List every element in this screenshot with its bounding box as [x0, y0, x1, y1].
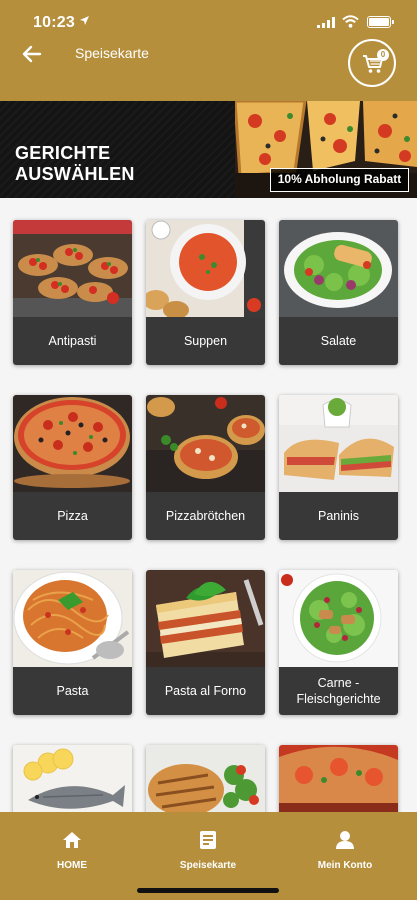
banner-heading-line1: GERICHTE [15, 143, 111, 163]
category-card-pasta-al-forno[interactable]: Pasta al Forno [146, 570, 265, 715]
home-indicator [137, 888, 279, 893]
meat-salad-image [279, 570, 398, 667]
wifi-icon [342, 15, 359, 28]
category-label: Paninis [279, 492, 398, 540]
back-arrow-icon[interactable] [20, 42, 44, 66]
category-card-pizzabroetchen[interactable]: Pizzabrötchen [146, 395, 265, 540]
nav-speisekarte-label: Speisekarte [179, 860, 237, 871]
category-label: Salate [279, 317, 398, 365]
grilled-chicken-image [146, 745, 265, 812]
pizza-image [13, 395, 132, 492]
page-title: Speisekarte [75, 45, 149, 61]
category-label: Carne - Fleischgerichte [279, 667, 398, 715]
signal-icon [317, 17, 335, 28]
category-label: Antipasti [13, 317, 132, 365]
banner-heading-line2: AUSWÄHLEN [15, 164, 135, 184]
category-card-antipasti[interactable]: Antipasti [13, 220, 132, 365]
category-label: Pasta al Forno [146, 667, 265, 715]
category-card-salate[interactable]: Salate [279, 220, 398, 365]
nav-speisekarte[interactable]: Speisekarte [158, 830, 258, 871]
app-screen: 10:23 Speisekarte 0 GERICHTE AUSWÄHLEN 1… [0, 0, 417, 900]
nav-mein-konto-label: Mein Konto [317, 860, 373, 871]
antipasti-image [13, 220, 132, 317]
soup-image [146, 220, 265, 317]
category-card-pizza[interactable]: Pizza [13, 395, 132, 540]
fish-image [13, 745, 132, 812]
panini-image [279, 395, 398, 492]
lasagna-image [146, 570, 265, 667]
status-time: 10:23 [33, 14, 75, 31]
nav-home-label: HOME [57, 860, 87, 871]
nav-home[interactable]: HOME [22, 830, 122, 871]
spaghetti-image [13, 570, 132, 667]
category-card-calzone[interactable] [279, 745, 398, 812]
pizza-rolls-image [146, 395, 265, 492]
category-card-chicken[interactable] [146, 745, 265, 812]
category-label: Pizza [13, 492, 132, 540]
category-card-paninis[interactable]: Paninis [279, 395, 398, 540]
user-icon [336, 831, 354, 849]
menu-list-icon [200, 831, 216, 849]
banner-heading: GERICHTE AUSWÄHLEN [15, 143, 155, 185]
category-card-fish[interactable] [13, 745, 132, 812]
calzone-image [279, 745, 398, 812]
category-card-carne[interactable]: Carne - Fleischgerichte [279, 570, 398, 715]
home-icon [63, 832, 81, 848]
status-bar: 10:23 [0, 0, 417, 44]
bottom-navigation: HOME Speisekarte Mein Konto [0, 812, 417, 900]
category-label: Pasta [13, 667, 132, 715]
category-card-pasta[interactable]: Pasta [13, 570, 132, 715]
category-label: Suppen [146, 317, 265, 365]
app-header: 10:23 Speisekarte 0 [0, 0, 417, 101]
category-grid: Antipasti Suppen Salate Pizza Pizzabrötc… [0, 198, 417, 812]
nav-mein-konto[interactable]: Mein Konto [295, 830, 395, 871]
discount-badge: 10% Abholung Rabatt [270, 168, 409, 192]
cart-button[interactable]: 0 [348, 39, 396, 87]
category-card-suppen[interactable]: Suppen [146, 220, 265, 365]
category-label: Pizzabrötchen [146, 492, 265, 540]
salad-image [279, 220, 398, 317]
cart-count-badge: 0 [377, 49, 389, 61]
location-arrow-icon [80, 16, 89, 25]
battery-icon [367, 16, 394, 28]
